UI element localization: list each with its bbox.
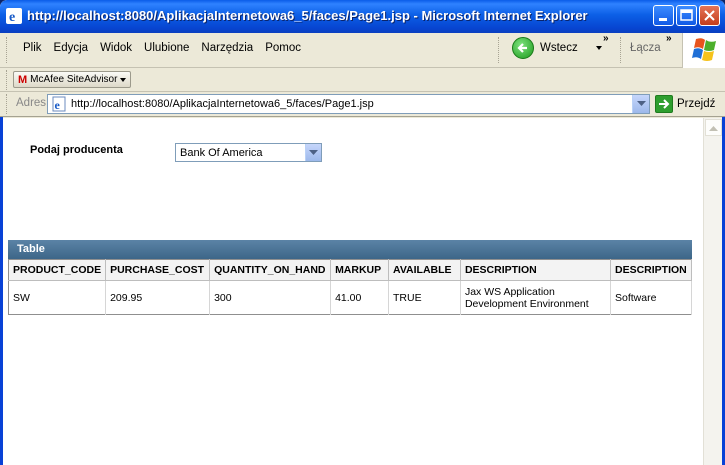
title-bar: e http://localhost:8080/AplikacjaInterne…: [0, 0, 725, 33]
cell-available: TRUE: [388, 280, 461, 315]
toolbar-grip: [498, 37, 501, 63]
address-dropdown-button[interactable]: [632, 95, 649, 113]
producer-label: Podaj producenta: [30, 144, 123, 156]
maximize-button[interactable]: [676, 5, 697, 26]
address-label: Adres: [16, 97, 47, 109]
menu-bar: Plik Edycja Widok Ulubione Narzędzia Pom…: [8, 42, 307, 54]
page-content: Podaj producenta Bank Of America Table P…: [3, 118, 703, 465]
mcafee-siteadvisor-button[interactable]: M McAfee SiteAdvisor: [13, 71, 132, 88]
toolbar-grip: [6, 94, 9, 114]
address-bar-row: Adres e http://localhost:8080/AplikacjaI…: [0, 92, 725, 117]
menu-toolbar-row: Plik Edycja Widok Ulubione Narzędzia Pom…: [0, 33, 725, 68]
menu-item-ulubione[interactable]: Ulubione: [138, 42, 195, 54]
toolbar-grip: [620, 37, 623, 63]
data-table: PRODUCT_CODE PURCHASE_COST QUANTITY_ON_H…: [8, 259, 693, 315]
address-input[interactable]: e http://localhost:8080/AplikacjaInterne…: [47, 94, 650, 114]
links-label[interactable]: Łącza: [630, 42, 661, 54]
column-header-quantity-on-hand[interactable]: QUANTITY_ON_HAND: [209, 259, 332, 281]
mcafee-logo-icon: M: [18, 73, 28, 86]
column-header-available[interactable]: AVAILABLE: [388, 259, 461, 281]
mcafee-dropdown-icon: [120, 77, 127, 82]
table-row: SW 209.95 300 41.00 TRUE Jax WS Applicat…: [8, 280, 693, 315]
producer-select[interactable]: Bank Of America: [175, 143, 322, 162]
producer-selected-value: Bank Of America: [180, 146, 263, 159]
back-button-label: Wstecz: [540, 42, 578, 54]
menu-chevron-icon[interactable]: »: [603, 33, 609, 44]
windows-logo: [682, 33, 725, 68]
go-button[interactable]: Przejdź: [655, 95, 715, 113]
internet-explorer-icon: e: [6, 8, 22, 24]
vertical-scrollbar[interactable]: [703, 118, 722, 465]
close-icon: [704, 10, 715, 21]
cell-product-code: SW: [8, 280, 107, 315]
mcafee-label: McAfee SiteAdvisor: [30, 74, 118, 85]
minimize-icon: [659, 18, 667, 21]
back-dropdown-icon[interactable]: [595, 46, 602, 50]
table-header-row: PRODUCT_CODE PURCHASE_COST QUANTITY_ON_H…: [8, 259, 693, 281]
toolbar-grip: [6, 70, 9, 90]
address-url: http://localhost:8080/AplikacjaInterneto…: [71, 98, 374, 110]
cell-quantity-on-hand: 300: [209, 280, 332, 315]
producer-dropdown-button[interactable]: [305, 144, 321, 161]
mcafee-toolbar: M McAfee SiteAdvisor: [0, 68, 725, 92]
data-table-container: Table PRODUCT_CODE PURCHASE_COST QUANTIT…: [8, 240, 693, 315]
close-button[interactable]: [699, 5, 720, 26]
menu-item-pomoc[interactable]: Pomoc: [259, 42, 307, 54]
scroll-up-button[interactable]: [705, 119, 722, 136]
menu-item-plik[interactable]: Plik: [8, 42, 48, 54]
back-arrow-icon: [512, 37, 534, 59]
maximize-icon: [680, 9, 693, 21]
column-header-description[interactable]: DESCRIPTION: [460, 259, 611, 281]
svg-text:e: e: [9, 10, 15, 24]
menu-item-narzedzia[interactable]: Narzędzia: [195, 42, 259, 54]
window-title: http://localhost:8080/AplikacjaInterneto…: [27, 8, 588, 23]
chevron-down-icon: [636, 101, 646, 106]
cell-purchase-cost: 209.95: [105, 280, 211, 315]
table-caption: Table: [8, 240, 692, 259]
back-button[interactable]: Wstecz: [512, 37, 602, 59]
page-icon: e: [52, 96, 66, 112]
chevron-down-icon: [309, 149, 318, 155]
browser-window: e http://localhost:8080/AplikacjaInterne…: [0, 0, 725, 465]
column-header-description-2[interactable]: DESCRIPTION: [610, 259, 693, 281]
minimize-button[interactable]: [653, 5, 674, 26]
menu-item-widok[interactable]: Widok: [94, 42, 138, 54]
links-chevron-icon[interactable]: »: [666, 33, 672, 44]
chevron-up-icon: [709, 125, 718, 131]
go-arrow-icon: [655, 95, 673, 113]
column-header-purchase-cost[interactable]: PURCHASE_COST: [105, 259, 211, 281]
go-button-label: Przejdź: [677, 98, 716, 110]
column-header-product-code[interactable]: PRODUCT_CODE: [8, 259, 107, 281]
cell-description: Jax WS Application Development Environme…: [460, 280, 611, 315]
cell-description-2: Software: [610, 280, 693, 315]
cell-markup: 41.00: [330, 280, 390, 315]
column-header-markup[interactable]: MARKUP: [330, 259, 390, 281]
svg-text:e: e: [55, 98, 61, 112]
menu-item-edycja[interactable]: Edycja: [48, 42, 95, 54]
